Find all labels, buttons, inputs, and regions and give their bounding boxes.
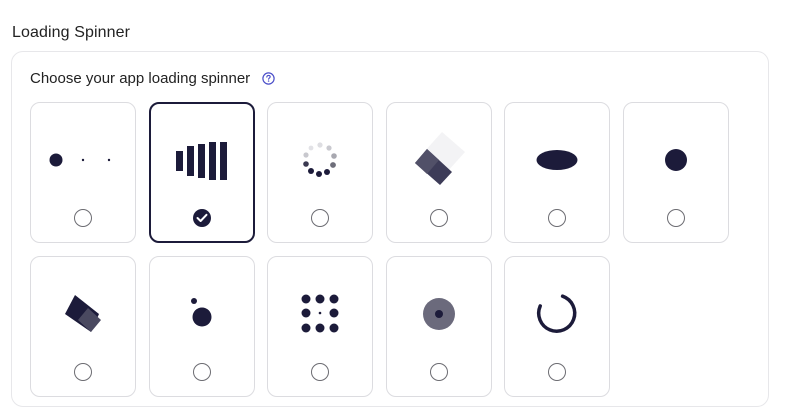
ring-dot-preview [387,277,491,351]
spinner-option-dots-fade[interactable] [30,102,136,243]
radio-button[interactable] [74,209,92,227]
spinner-option-ring-dot[interactable] [386,256,492,397]
flipping-squares-preview [387,123,491,197]
rotating-squares-preview [31,277,135,351]
orbit-dot-preview [150,277,254,351]
radio-button[interactable] [74,363,92,381]
radio-button[interactable] [430,363,448,381]
radio-button[interactable] [311,363,329,381]
dots-fade-preview [31,123,135,197]
radio-button[interactable] [548,209,566,227]
radio-button[interactable] [667,209,685,227]
radio-button[interactable] [193,363,211,381]
question-circle-icon[interactable] [262,72,275,85]
spinner-option-arc-spinner[interactable] [504,256,610,397]
bars-preview [151,124,253,198]
radio-button[interactable] [548,363,566,381]
radio-button-checked[interactable] [193,209,211,227]
panel-label: Choose your app loading spinner [30,70,251,87]
pulsing-dot-preview [624,123,728,197]
pulsing-ellipse-preview [505,123,609,197]
dot-grid-preview [268,277,372,351]
checkmark-icon [196,213,208,222]
circle-dots-preview [268,123,372,197]
spinner-option-pulsing-ellipse[interactable] [504,102,610,243]
radio-button[interactable] [311,209,329,227]
spinner-option-orbit-dot[interactable] [149,256,255,397]
spinner-option-circle-dots[interactable] [267,102,373,243]
spinner-option-dot-grid[interactable] [267,256,373,397]
section-title: Loading Spinner [12,24,131,41]
radio-button[interactable] [430,209,448,227]
spinner-option-flipping-squares[interactable] [386,102,492,243]
panel-label-row: Choose your app loading spinner [30,70,275,87]
arc-spinner-preview [505,277,609,351]
spinner-option-rotating-squares[interactable] [30,256,136,397]
spinner-option-pulsing-dot[interactable] [623,102,729,243]
spinner-option-bars[interactable] [149,102,255,243]
